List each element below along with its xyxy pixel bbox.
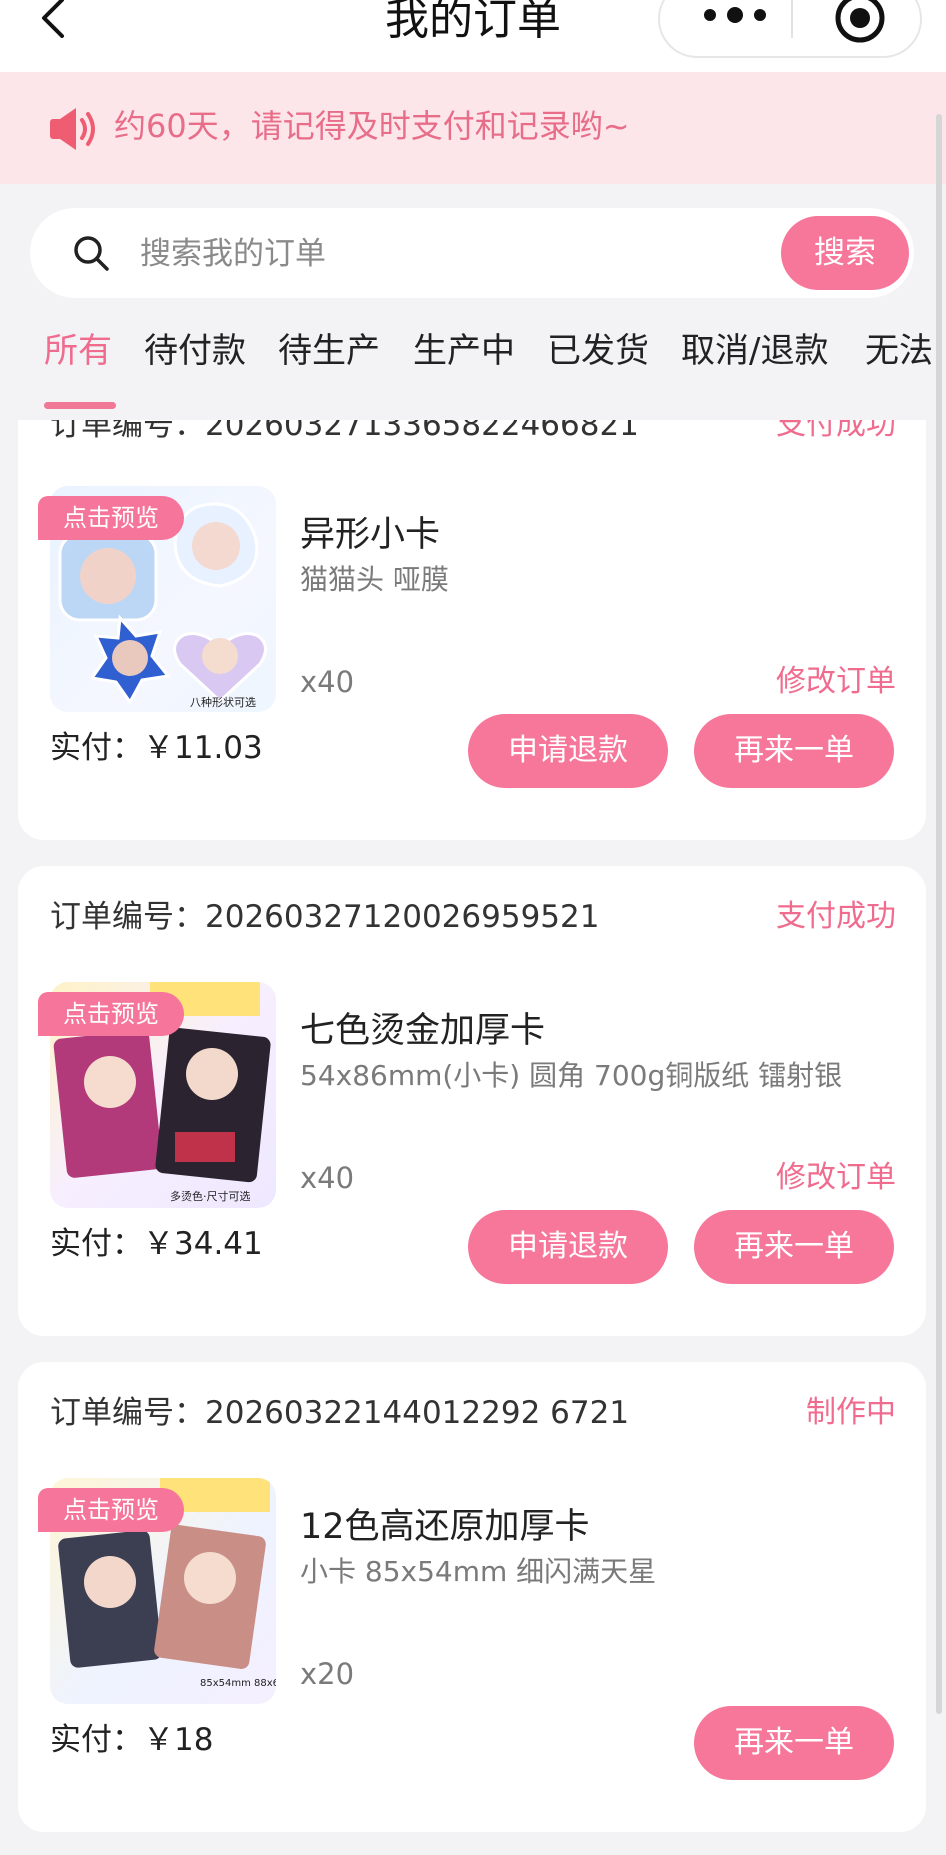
product-title: 七色烫金加厚卡 — [300, 1011, 546, 1051]
reorder-button[interactable]: 再来一单 — [694, 1706, 894, 1780]
order-list: 订单编号：2026032713365822466821 支付成功 八种形状可选 … — [0, 420, 946, 1855]
refund-button[interactable]: 申请退款 — [468, 714, 668, 788]
preview-tag[interactable]: 点击预览 — [38, 992, 184, 1036]
product-spec: 小卡 85x54mm 细闪满天星 — [300, 1555, 657, 1588]
active-tab-indicator — [44, 402, 116, 409]
notice-text: 约60天，请记得及时支付和记录哟~ — [114, 107, 630, 145]
tab-pending-production[interactable]: 待生产 — [278, 328, 380, 374]
image-caption: 多烫色·尺寸可选 — [170, 1189, 251, 1203]
product-title: 12色高还原加厚卡 — [300, 1507, 590, 1547]
order-status: 制作中 — [806, 1395, 896, 1430]
order-card: 订单编号：20260322144012292 6721 制作中 85x54mm … — [18, 1362, 926, 1832]
product-spec: 54x86mm(小卡) 圆角 700g铜版纸 镭射银 — [300, 1059, 843, 1092]
capsule-divider — [791, 0, 793, 38]
product-quantity: x20 — [300, 1657, 355, 1691]
search-input[interactable] — [138, 226, 782, 282]
paid-amount: 实付：￥34.41 — [50, 1226, 263, 1262]
order-status: 支付成功 — [776, 899, 896, 934]
search-bar: 搜索 — [30, 208, 914, 298]
paid-amount: 实付：￥18 — [50, 1722, 214, 1758]
product-title: 异形小卡 — [300, 515, 441, 555]
product-quantity: x40 — [300, 665, 355, 699]
order-number: 订单编号：20260327120026959521 — [50, 899, 600, 935]
order-number: 订单编号：2026032713365822466821 — [50, 420, 639, 443]
preview-tag[interactable]: 点击预览 — [38, 496, 184, 540]
reorder-button[interactable]: 再来一单 — [694, 1210, 894, 1284]
tab-shipped[interactable]: 已发货 — [547, 328, 649, 374]
tab-pending-payment[interactable]: 待付款 — [144, 328, 246, 374]
mini-program-capsule — [658, 0, 922, 58]
tab-all[interactable]: 所有 — [44, 328, 112, 374]
notice-banner: 约60天，请记得及时支付和记录哟~ — [0, 72, 946, 184]
speaker-icon — [50, 108, 95, 150]
target-circle-icon[interactable] — [832, 0, 888, 46]
search-icon — [74, 236, 109, 271]
paid-amount: 实付：￥11.03 — [50, 730, 263, 766]
edit-order-link[interactable]: 修改订单 — [776, 662, 896, 702]
tab-unable[interactable]: 无法 — [865, 328, 933, 374]
order-card: 订单编号：20260327120026959521 支付成功 多烫色·尺寸可选 … — [18, 866, 926, 1336]
tab-cancelled-refund[interactable]: 取消/退款 — [681, 328, 828, 374]
order-status: 支付成功 — [776, 420, 896, 442]
order-card: 订单编号：2026032713365822466821 支付成功 八种形状可选 … — [18, 420, 926, 840]
image-caption: 八种形状可选 — [190, 695, 256, 709]
product-quantity: x40 — [300, 1161, 355, 1195]
scrollbar[interactable] — [936, 114, 942, 1714]
order-status-tabs: 所有 待付款 待生产 生产中 已发货 取消/退款 无法 — [0, 320, 946, 412]
image-caption: 85x54mm 88x63mm — [200, 1678, 276, 1689]
nav-bar: 我的订单 — [0, 0, 946, 72]
refund-button[interactable]: 申请退款 — [468, 1210, 668, 1284]
tab-in-production[interactable]: 生产中 — [413, 328, 515, 374]
order-number: 订单编号：20260322144012292 6721 — [50, 1395, 630, 1431]
preview-tag[interactable]: 点击预览 — [38, 1488, 184, 1532]
more-dots-icon[interactable] — [700, 0, 770, 30]
product-spec: 猫猫头 哑膜 — [300, 563, 449, 596]
edit-order-link[interactable]: 修改订单 — [776, 1158, 896, 1198]
search-button[interactable]: 搜索 — [781, 216, 909, 290]
reorder-button[interactable]: 再来一单 — [694, 714, 894, 788]
